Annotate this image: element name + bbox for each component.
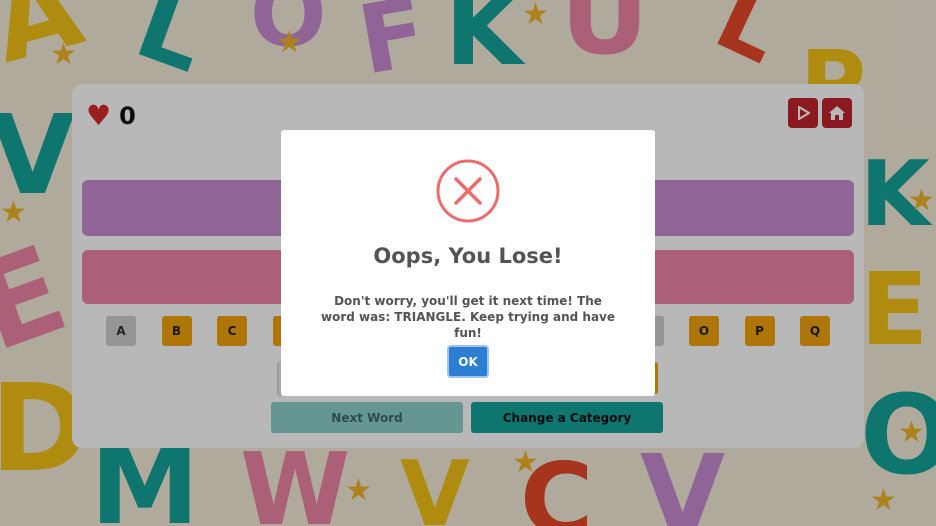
lose-dialog: Oops, You Lose! Don't worry, you'll get … (281, 130, 655, 396)
dialog-title: Oops, You Lose! (373, 244, 563, 268)
error-x-icon (436, 159, 500, 223)
dialog-message: Don't worry, you'll get it next time! Th… (320, 294, 615, 340)
ok-button[interactable]: OK (447, 345, 489, 378)
